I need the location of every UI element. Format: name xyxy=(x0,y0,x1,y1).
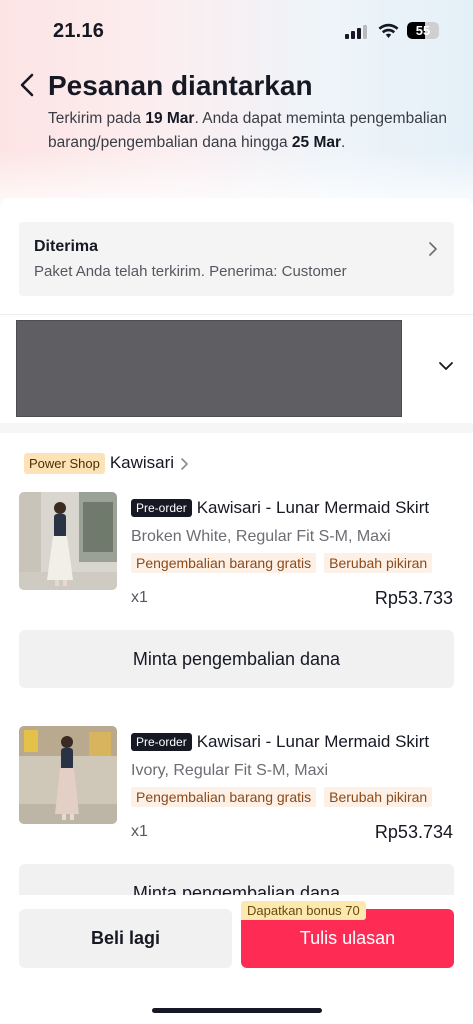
section-separator xyxy=(0,423,473,433)
status-bar: 21.16 55 xyxy=(0,0,473,60)
product-title-row: Pre-order Kawisari - Lunar Mermaid Skirt xyxy=(131,498,456,518)
change-of-mind-tag: Berubah pikiran xyxy=(324,787,433,807)
product-tags: Pengembalian barang gratis Berubah pikir… xyxy=(131,553,433,573)
redacted-address-block xyxy=(16,320,402,417)
preorder-badge: Pre-order xyxy=(131,733,192,751)
product-price: Rp53.733 xyxy=(374,588,453,608)
product-price: Rp53.734 xyxy=(374,822,453,842)
delivery-status-description: Paket Anda telah terkirim. Penerima: Cus… xyxy=(34,263,347,280)
shop-name: Kawisari xyxy=(109,453,175,472)
battery-level: 55 xyxy=(415,23,431,38)
product-item[interactable]: Pre-order Kawisari - Lunar Mermaid Skirt… xyxy=(0,726,473,856)
divider xyxy=(0,314,473,315)
sent-date: 19 Mar xyxy=(145,110,195,127)
product-variant: Ivory, Regular Fit S-M, Maxi xyxy=(131,762,329,779)
product-tags: Pengembalian barang gratis Berubah pikir… xyxy=(131,787,433,807)
chevron-right-icon xyxy=(429,242,437,256)
product-variant: Broken White, Regular Fit S-M, Maxi xyxy=(131,528,391,545)
status-time: 21.16 xyxy=(53,20,105,42)
delivery-status-title: Diterima xyxy=(34,238,99,255)
chevron-down-icon[interactable] xyxy=(438,360,454,372)
request-refund-button[interactable]: Minta pengembalian dana xyxy=(19,630,454,688)
product-quantity: x1 xyxy=(131,589,148,606)
product-title: Kawisari - Lunar Mermaid Skirt xyxy=(196,732,430,751)
delivery-status-card[interactable]: Diterima Paket Anda telah terkirim. Pene… xyxy=(19,222,454,296)
home-indicator xyxy=(152,1008,322,1013)
delivery-subtitle: Terkirim pada 19 Mar. Anda dapat meminta… xyxy=(48,110,447,151)
product-quantity: x1 xyxy=(131,823,148,840)
power-shop-badge: Power Shop xyxy=(24,452,105,474)
cellular-signal-icon xyxy=(345,25,367,39)
product-thumbnail xyxy=(19,726,117,824)
product-item[interactable]: Pre-order Kawisari - Lunar Mermaid Skirt… xyxy=(0,492,473,622)
page-title: Pesanan diantarkan xyxy=(48,70,313,101)
free-return-tag: Pengembalian barang gratis xyxy=(131,787,317,807)
product-title-row: Pre-order Kawisari - Lunar Mermaid Skirt xyxy=(131,732,456,752)
deadline-date: 25 Mar xyxy=(291,134,342,151)
wifi-icon xyxy=(378,23,399,38)
product-thumbnail xyxy=(19,492,117,590)
buy-again-button[interactable]: Beli lagi xyxy=(19,909,232,968)
bottom-action-bar: Beli lagi Tulis ulasan Dapatkan bonus 70 xyxy=(0,895,473,1024)
bonus-badge: Dapatkan bonus 70 xyxy=(241,901,366,920)
shop-row[interactable]: Power Shop Kawisari xyxy=(24,451,189,475)
chevron-right-icon xyxy=(181,458,188,470)
back-arrow-icon[interactable] xyxy=(16,70,42,100)
product-title: Kawisari - Lunar Mermaid Skirt xyxy=(196,498,430,517)
free-return-tag: Pengembalian barang gratis xyxy=(131,553,317,573)
preorder-badge: Pre-order xyxy=(131,499,192,517)
battery-icon: 55 xyxy=(407,22,439,39)
change-of-mind-tag: Berubah pikiran xyxy=(324,553,433,573)
